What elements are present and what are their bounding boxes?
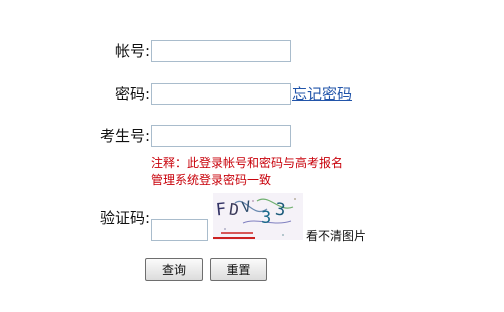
captcha-label: 验证码: <box>99 209 150 227</box>
password-label: 密码: <box>114 85 150 103</box>
account-input[interactable] <box>151 40 291 62</box>
captcha-refresh-text[interactable]: 看不清图片 <box>306 228 366 244</box>
query-button[interactable]: 查询 <box>145 258 203 281</box>
captcha-input[interactable] <box>151 219 208 241</box>
password-input[interactable] <box>151 83 291 105</box>
svg-text:F: F <box>215 200 227 221</box>
captcha-image[interactable]: F D V 3 3 <box>213 193 303 240</box>
reset-button[interactable]: 重置 <box>210 258 267 281</box>
exam-number-input[interactable] <box>151 125 291 147</box>
svg-text:3: 3 <box>261 208 271 228</box>
login-note-line-2: 管理系统登录密码一致 <box>151 173 272 187</box>
login-note: 注释：此登录帐号和密码与高考报名 管理系统登录密码一致 <box>151 155 391 189</box>
login-note-line-1: 注释：此登录帐号和密码与高考报名 <box>151 156 344 170</box>
svg-text:3: 3 <box>274 200 286 221</box>
forgot-password-link[interactable]: 忘记密码 <box>292 84 352 104</box>
captcha-underline-decor <box>213 237 255 239</box>
exam-number-label: 考生号: <box>99 127 150 145</box>
account-label: 帐号: <box>114 42 150 60</box>
